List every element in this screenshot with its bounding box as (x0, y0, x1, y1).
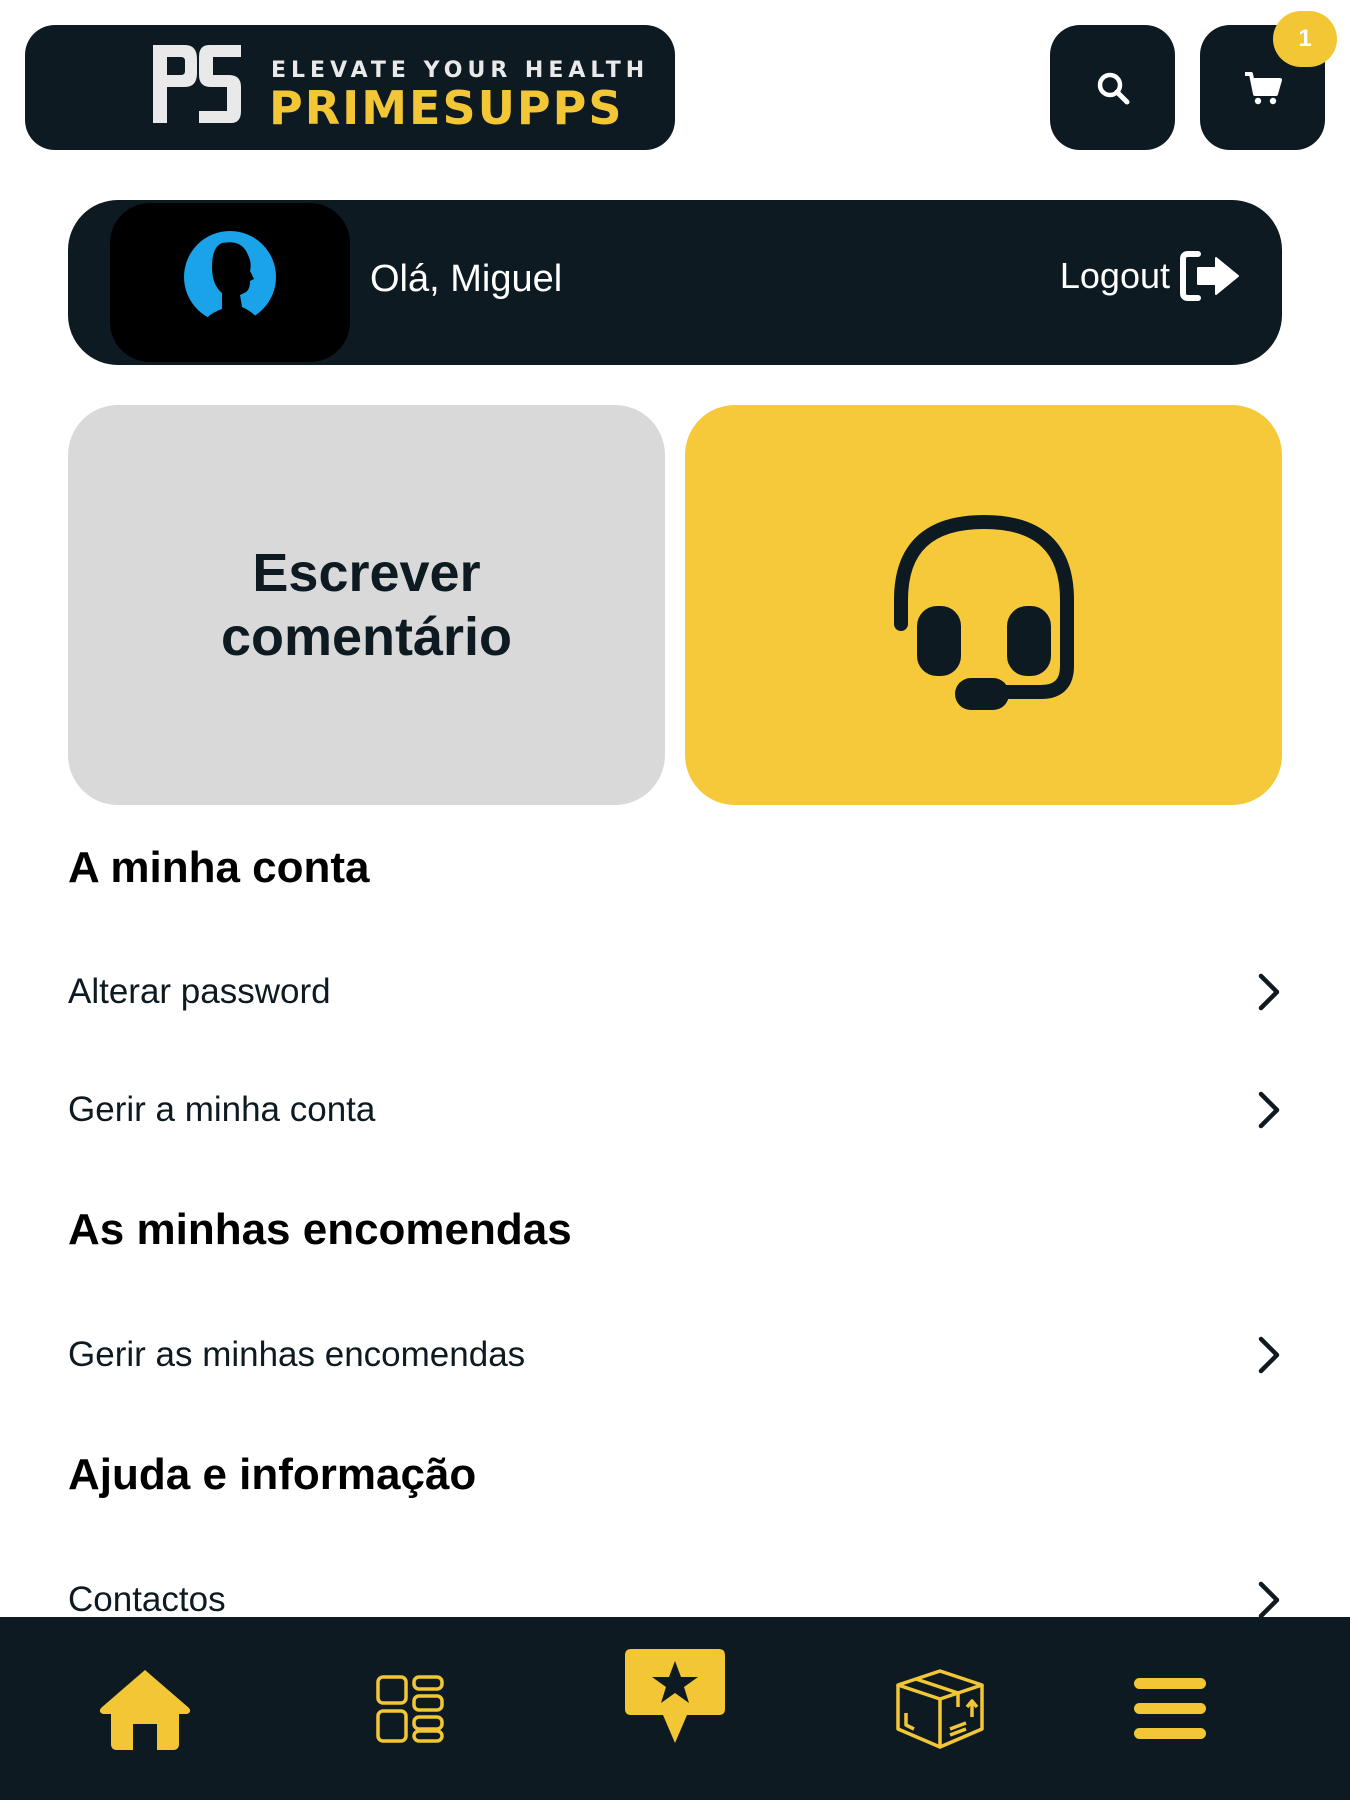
logout-label: Logout (1059, 255, 1170, 296)
chevron-right-icon (1258, 1336, 1280, 1374)
logout-button[interactable]: Logout (1060, 250, 1242, 302)
logo-tagline: ELEVATE YOUR HEALTH (271, 58, 650, 83)
nav-home[interactable] (45, 1617, 245, 1800)
logo-wordmark: PRIMESUPPS (269, 81, 624, 135)
user-bar: Olá, Miguel Logout (68, 200, 1282, 365)
menu-icon (1134, 1677, 1206, 1739)
menu-item-manage-orders[interactable]: Gerir as minhas encomendas (68, 1325, 1284, 1385)
chevron-right-icon (1258, 973, 1280, 1011)
menu-item-label: Gerir a minha conta (68, 1090, 376, 1129)
write-review-label: Escrever comentário (220, 543, 513, 667)
write-review-tile[interactable]: Escrever comentário (68, 405, 665, 805)
orders-box-icon (896, 1668, 984, 1749)
brand-logo[interactable]: ELEVATE YOUR HEALTH PRIMESUPPS (25, 25, 675, 150)
menu-item-change-password[interactable]: Alterar password (68, 962, 1284, 1022)
user-greeting: Olá, Miguel (370, 258, 563, 300)
avatar (110, 203, 350, 362)
chevron-right-icon (1258, 1091, 1280, 1129)
menu-item-manage-account[interactable]: Gerir a minha conta (68, 1080, 1284, 1140)
headset-icon (893, 514, 1074, 710)
section-title-help: Ajuda e informação (68, 1450, 477, 1499)
catalog-icon (376, 1674, 444, 1743)
chevron-right-icon (1258, 1581, 1280, 1619)
bottom-nav (0, 1617, 1350, 1800)
menu-item-label: Gerir as minhas encomendas (68, 1335, 526, 1374)
logo-supps: SUPPS (442, 81, 624, 135)
logo-prime: PRIME (269, 81, 443, 135)
search-button[interactable] (1050, 25, 1175, 150)
cart-icon (1244, 71, 1282, 104)
user-silhouette-icon (184, 230, 276, 333)
nav-catalog[interactable] (310, 1617, 510, 1800)
reviews-icon (625, 1648, 725, 1743)
section-title-account: A minha conta (68, 843, 370, 892)
support-tile[interactable] (685, 405, 1282, 805)
section-title-orders: As minhas encomendas (68, 1205, 572, 1254)
sign-out-icon (1180, 251, 1239, 301)
nav-orders[interactable] (840, 1617, 1040, 1800)
cart-count-badge: 1 (1273, 11, 1337, 67)
menu-item-label: Contactos (68, 1580, 226, 1619)
menu-item-label: Alterar password (68, 972, 331, 1011)
nav-reviews[interactable] (575, 1617, 775, 1800)
home-icon (99, 1669, 191, 1750)
nav-menu[interactable] (1070, 1617, 1270, 1800)
logo-monogram (153, 45, 241, 123)
search-icon (1097, 72, 1129, 104)
